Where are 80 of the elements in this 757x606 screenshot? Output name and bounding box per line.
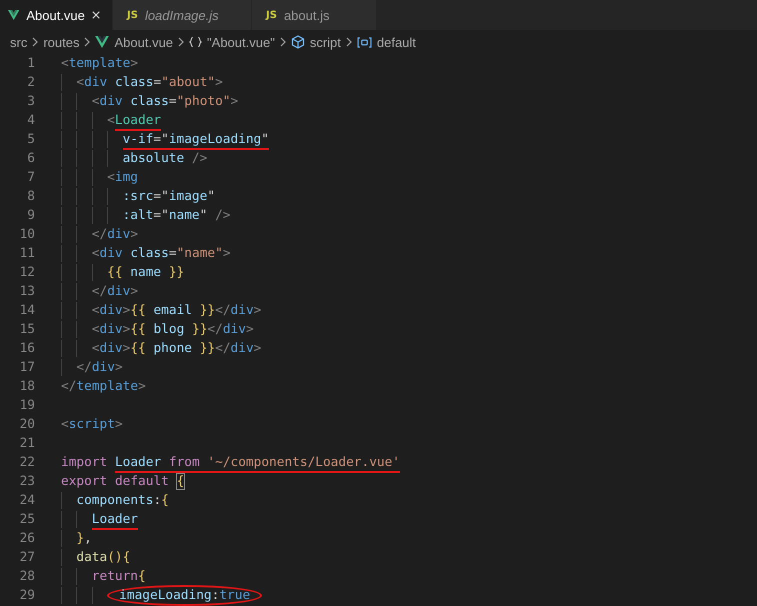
js-file-icon: JS [127, 10, 138, 20]
editor-tab[interactable]: About.vue [0, 0, 113, 30]
code-line: :alt="name" /> [122, 207, 230, 225]
line-number: 17 [18, 360, 35, 375]
line-number: 25 [18, 512, 35, 527]
line-number: 9 [26, 208, 35, 223]
code-line: </div> [76, 359, 123, 377]
breadcrumb-item[interactable]: "About.vue" [207, 34, 275, 50]
line-number: 4 [26, 113, 35, 128]
line-number: 22 [18, 455, 35, 470]
code-line: <script> [61, 416, 123, 434]
close-icon[interactable] [92, 10, 100, 20]
chevron-icon [280, 37, 286, 47]
code-line: export default { [61, 473, 184, 491]
line-number: 12 [18, 265, 35, 280]
line-number: 29 [18, 588, 35, 603]
code-line: <div class="photo"> [92, 93, 238, 111]
variable-icon [356, 36, 372, 48]
line-number: 11 [18, 246, 35, 261]
vue-icon [95, 36, 110, 48]
line-number: 5 [26, 132, 35, 147]
code-line: {{ name }} [107, 264, 184, 282]
code-line: import Loader from '~/components/Loader.vue' [61, 453, 400, 472]
breadcrumb-item[interactable]: script [310, 34, 341, 50]
tab-label: about.js [284, 8, 330, 22]
code-line: <Loader [107, 111, 162, 130]
line-number: 19 [18, 398, 35, 413]
line-number: 3 [26, 94, 35, 109]
chevron-icon [178, 37, 184, 47]
line-number: 20 [18, 417, 35, 432]
line-number: 28 [18, 569, 35, 584]
code-line: </div> [92, 226, 138, 244]
line-number: 14 [18, 303, 35, 318]
vue-icon [8, 9, 20, 21]
breadcrumb-item[interactable]: About.vue [114, 34, 174, 50]
line-number: 27 [18, 550, 35, 565]
code-line: <div>{{ blog }}</div> [92, 321, 254, 339]
js-file-icon: JS [266, 10, 277, 20]
code-line: <img [107, 169, 138, 187]
code-line: </template> [61, 378, 146, 396]
code-line: <div>{{ email }}</div> [92, 302, 262, 320]
breadcrumb-item[interactable]: default [376, 34, 416, 50]
line-number: 7 [26, 170, 35, 185]
code-line: <template> [61, 55, 138, 73]
line-number: 26 [18, 531, 35, 546]
code-line: v-if="imageLoading" [122, 130, 269, 149]
cube-icon [290, 35, 305, 49]
line-number: 2 [26, 75, 35, 90]
code-line: :src="image" [122, 188, 216, 206]
line-number: 23 [18, 474, 35, 489]
editor-tab[interactable]: JS loadImage.js [113, 0, 252, 30]
code-line: <div class="about"> [76, 74, 223, 92]
code-line: Loader [92, 510, 138, 529]
breadcrumb-item[interactable]: routes [43, 34, 80, 50]
tab-label: loadImage.js [144, 8, 219, 22]
code-line: absolute /> [122, 150, 208, 168]
line-number: 8 [26, 189, 35, 204]
line-number: 21 [18, 436, 35, 451]
line-number: 24 [18, 493, 35, 508]
line-number: 10 [18, 227, 35, 242]
line-number: 15 [18, 322, 35, 337]
line-number: 16 [18, 341, 35, 356]
line-number: 6 [26, 151, 35, 166]
braces-icon [189, 36, 202, 48]
code-line: </div> [92, 283, 138, 301]
breadcrumb-item[interactable]: src [10, 34, 28, 50]
chevron-icon [32, 37, 38, 47]
code-line: }, [76, 530, 92, 548]
tab-label: About.vue [26, 8, 85, 22]
code-line: components:{ [76, 492, 169, 510]
code-line: return{ [92, 568, 146, 586]
code-line: <div class="name"> [92, 245, 231, 263]
line-number: 13 [18, 284, 35, 299]
editor-tab[interactable]: JS about.js [252, 0, 377, 30]
code-line: data(){ [76, 549, 130, 567]
chevron-icon [346, 37, 352, 47]
chevron-icon [84, 37, 90, 47]
code-line: <div>{{ phone }}</div> [92, 340, 262, 358]
line-number: 1 [26, 56, 35, 71]
line-number: 18 [18, 379, 35, 394]
